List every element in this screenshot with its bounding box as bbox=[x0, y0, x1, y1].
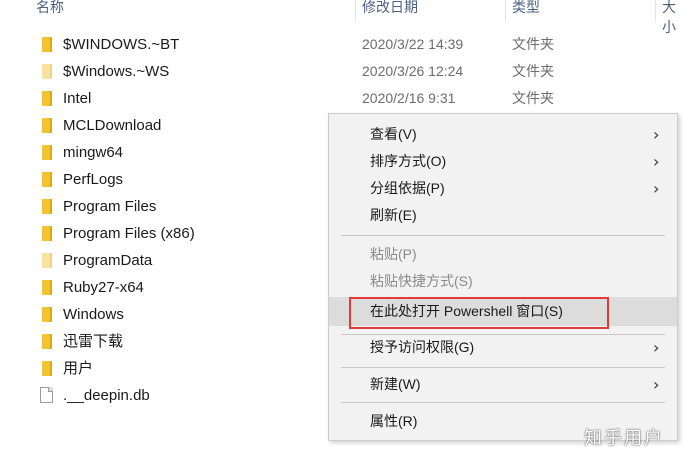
folder-icon bbox=[42, 361, 52, 376]
column-header-size[interactable]: 大小 bbox=[656, 0, 687, 35]
file-name: 迅雷下载 bbox=[63, 333, 124, 350]
file-icon bbox=[40, 387, 53, 403]
file-row[interactable]: $Windows.~WS 2020/3/26 12:24 文件夹 bbox=[36, 58, 596, 85]
folder-icon bbox=[42, 199, 52, 214]
file-name: $Windows.~WS bbox=[63, 63, 170, 80]
menu-item-view[interactable]: 查看(V) › bbox=[329, 121, 677, 148]
file-name: ProgramData bbox=[63, 252, 153, 269]
menu-item-label: 排序方式(O) bbox=[370, 153, 447, 169]
folder-icon bbox=[42, 172, 52, 187]
menu-separator bbox=[341, 367, 665, 368]
menu-item-refresh[interactable]: 刷新(E) bbox=[329, 202, 677, 229]
file-type: 文件夹 bbox=[512, 63, 554, 79]
menu-separator bbox=[341, 235, 665, 236]
menu-item-label: 刷新(E) bbox=[370, 207, 417, 223]
menu-item-paste[interactable]: 粘贴(P) bbox=[329, 241, 677, 268]
file-name: .__deepin.db bbox=[63, 387, 150, 404]
file-name: Program Files bbox=[63, 198, 157, 215]
menu-item-new[interactable]: 新建(W) › bbox=[329, 371, 677, 398]
menu-item-label: 属性(R) bbox=[370, 413, 418, 429]
menu-item-label: 查看(V) bbox=[370, 126, 417, 142]
menu-item-label: 粘贴(P) bbox=[370, 246, 417, 262]
file-row[interactable]: Intel 2020/2/16 9:31 文件夹 bbox=[36, 85, 596, 112]
menu-separator bbox=[341, 402, 665, 403]
folder-icon bbox=[42, 145, 52, 160]
file-name: Ruby27-x64 bbox=[63, 279, 144, 296]
menu-item-grant-access[interactable]: 授予访问权限(G) › bbox=[329, 334, 677, 361]
file-date: 2020/3/22 14:39 bbox=[362, 36, 464, 52]
file-name: MCLDownload bbox=[63, 117, 162, 134]
column-header-modified[interactable]: 修改日期 bbox=[356, 0, 418, 19]
file-date: 2020/3/26 12:24 bbox=[362, 63, 464, 79]
column-header: 名称 修改日期 类型 大小 bbox=[0, 0, 687, 35]
file-type: 文件夹 bbox=[512, 36, 554, 52]
menu-item-label: 授予访问权限(G) bbox=[370, 339, 475, 355]
file-name: Intel bbox=[63, 90, 92, 107]
annotation-highlight-box bbox=[349, 297, 609, 329]
file-type: 文件夹 bbox=[512, 90, 554, 106]
column-header-type[interactable]: 类型 bbox=[506, 0, 540, 19]
folder-icon bbox=[42, 226, 52, 241]
file-name: Windows bbox=[63, 306, 124, 323]
file-name: $WINDOWS.~BT bbox=[63, 36, 180, 53]
menu-item-label: 新建(W) bbox=[370, 376, 421, 392]
column-header-name[interactable]: 名称 bbox=[30, 0, 64, 19]
chevron-right-icon: › bbox=[653, 125, 660, 144]
folder-icon bbox=[42, 118, 52, 133]
menu-item-sort-by[interactable]: 排序方式(O) › bbox=[329, 148, 677, 175]
folder-icon bbox=[42, 307, 52, 322]
menu-item-paste-shortcut[interactable]: 粘贴快捷方式(S) bbox=[329, 268, 677, 295]
chevron-right-icon: › bbox=[653, 152, 660, 171]
menu-item-group-by[interactable]: 分组依据(P) › bbox=[329, 175, 677, 202]
folder-icon bbox=[42, 37, 52, 52]
folder-icon bbox=[42, 334, 52, 349]
watermark: 知乎用户 bbox=[584, 428, 664, 448]
folder-icon bbox=[42, 64, 52, 79]
file-row[interactable]: $WINDOWS.~BT 2020/3/22 14:39 文件夹 bbox=[36, 31, 596, 58]
menu-item-label: 粘贴快捷方式(S) bbox=[370, 273, 473, 289]
chevron-right-icon: › bbox=[653, 338, 660, 357]
file-date: 2020/2/16 9:31 bbox=[362, 90, 456, 106]
chevron-right-icon: › bbox=[653, 375, 660, 394]
file-name: mingw64 bbox=[63, 144, 124, 161]
file-name: Program Files (x86) bbox=[63, 225, 195, 242]
folder-icon bbox=[42, 253, 52, 268]
file-name: 用户 bbox=[63, 360, 94, 377]
folder-icon bbox=[42, 91, 52, 106]
context-menu: 查看(V) › 排序方式(O) › 分组依据(P) › 刷新(E) 粘贴(P) … bbox=[328, 113, 678, 441]
file-name: PerfLogs bbox=[63, 171, 124, 188]
folder-icon bbox=[42, 280, 52, 295]
chevron-right-icon: › bbox=[653, 179, 660, 198]
menu-item-label: 分组依据(P) bbox=[370, 180, 445, 196]
